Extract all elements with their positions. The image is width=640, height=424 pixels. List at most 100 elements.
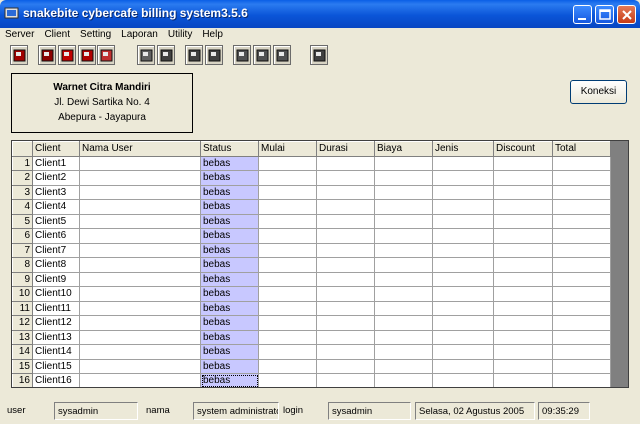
nama-user-cell[interactable]: [79, 286, 201, 302]
table-row[interactable]: 7 Client7 bebas: [12, 242, 611, 258]
biaya-cell[interactable]: [374, 271, 433, 287]
nama-user-cell[interactable]: [79, 242, 201, 258]
client-cell[interactable]: Client16: [32, 373, 80, 387]
discount-cell[interactable]: [493, 344, 553, 360]
mulai-cell[interactable]: [258, 286, 317, 302]
row-number[interactable]: 3: [12, 184, 33, 200]
client-cell[interactable]: Client14: [32, 344, 80, 360]
jenis-cell[interactable]: [432, 155, 494, 171]
total-cell[interactable]: [552, 242, 611, 258]
menu-client[interactable]: Client: [39, 28, 75, 43]
total-cell[interactable]: [552, 286, 611, 302]
toolbar-button-9[interactable]: [205, 45, 223, 65]
toolbar-button-4[interactable]: [78, 45, 96, 65]
client-cell[interactable]: Client6: [32, 228, 80, 244]
row-number[interactable]: 13: [12, 329, 33, 345]
status-cell[interactable]: bebas: [200, 213, 259, 229]
client-cell[interactable]: Client13: [32, 329, 80, 345]
table-row[interactable]: 11 Client11 bebas: [12, 300, 611, 316]
mulai-cell[interactable]: [258, 271, 317, 287]
client-grid[interactable]: Client Nama User Status Mulai Durasi Biaya Jen…: [11, 140, 629, 388]
discount-cell[interactable]: [493, 286, 553, 302]
nama-user-cell[interactable]: [79, 300, 201, 316]
status-cell[interactable]: bebas: [200, 170, 259, 186]
client-cell[interactable]: Client1: [32, 155, 80, 171]
total-cell[interactable]: [552, 358, 611, 374]
table-row[interactable]: 5 Client5 bebas: [12, 213, 611, 229]
row-number[interactable]: 8: [12, 257, 33, 273]
koneksi-button[interactable]: Koneksi: [570, 80, 627, 104]
table-row[interactable]: 3 Client3 bebas: [12, 184, 611, 200]
biaya-cell[interactable]: [374, 242, 433, 258]
total-cell[interactable]: [552, 344, 611, 360]
total-cell[interactable]: [552, 257, 611, 273]
status-cell[interactable]: bebas: [200, 199, 259, 215]
table-row[interactable]: 4 Client4 bebas: [12, 199, 611, 215]
status-cell[interactable]: bebas: [200, 358, 259, 374]
discount-cell[interactable]: [493, 257, 553, 273]
discount-cell[interactable]: [493, 199, 553, 215]
durasi-cell[interactable]: [316, 373, 375, 387]
mulai-cell[interactable]: [258, 257, 317, 273]
status-cell[interactable]: bebas: [200, 286, 259, 302]
biaya-cell[interactable]: [374, 358, 433, 374]
durasi-cell[interactable]: [316, 170, 375, 186]
row-number[interactable]: 10: [12, 286, 33, 302]
durasi-cell[interactable]: [316, 344, 375, 360]
jenis-cell[interactable]: [432, 344, 494, 360]
status-cell[interactable]: bebas: [200, 329, 259, 345]
mulai-cell[interactable]: [258, 155, 317, 171]
row-number[interactable]: 2: [12, 170, 33, 186]
toolbar-button-12[interactable]: [273, 45, 291, 65]
discount-cell[interactable]: [493, 358, 553, 374]
nama-user-cell[interactable]: [79, 155, 201, 171]
status-cell[interactable]: bebas: [200, 344, 259, 360]
jenis-cell[interactable]: [432, 373, 494, 387]
total-cell[interactable]: [552, 155, 611, 171]
total-cell[interactable]: [552, 213, 611, 229]
row-number[interactable]: 1: [12, 155, 33, 171]
discount-cell[interactable]: [493, 170, 553, 186]
column-header-durasi[interactable]: Durasi: [316, 141, 375, 157]
discount-cell[interactable]: [493, 242, 553, 258]
nama-user-cell[interactable]: [79, 228, 201, 244]
client-cell[interactable]: Client2: [32, 170, 80, 186]
toolbar-button-1[interactable]: [10, 45, 28, 65]
total-cell[interactable]: [552, 271, 611, 287]
nama-user-cell[interactable]: [79, 271, 201, 287]
nama-user-cell[interactable]: [79, 329, 201, 345]
nama-user-cell[interactable]: [79, 184, 201, 200]
table-row[interactable]: 15 Client15 bebas: [12, 358, 611, 374]
status-cell[interactable]: bebas: [200, 242, 259, 258]
jenis-cell[interactable]: [432, 170, 494, 186]
mulai-cell[interactable]: [258, 373, 317, 387]
table-row[interactable]: 14 Client14 bebas: [12, 344, 611, 360]
jenis-cell[interactable]: [432, 358, 494, 374]
client-cell[interactable]: Client8: [32, 257, 80, 273]
nama-user-cell[interactable]: [79, 170, 201, 186]
table-row[interactable]: 16 Client16 bebas: [12, 373, 611, 387]
table-row[interactable]: 6 Client6 bebas: [12, 228, 611, 244]
durasi-cell[interactable]: [316, 286, 375, 302]
row-number[interactable]: 14: [12, 344, 33, 360]
title-bar[interactable]: snakebite cybercafe billing system3.5.6: [0, 0, 640, 28]
total-cell[interactable]: [552, 315, 611, 331]
biaya-cell[interactable]: [374, 199, 433, 215]
biaya-cell[interactable]: [374, 344, 433, 360]
biaya-cell[interactable]: [374, 184, 433, 200]
column-header-nama-user[interactable]: Nama User: [79, 141, 201, 157]
mulai-cell[interactable]: [258, 170, 317, 186]
jenis-cell[interactable]: [432, 199, 494, 215]
total-cell[interactable]: [552, 228, 611, 244]
jenis-cell[interactable]: [432, 300, 494, 316]
mulai-cell[interactable]: [258, 199, 317, 215]
total-cell[interactable]: [552, 373, 611, 387]
row-number[interactable]: 4: [12, 199, 33, 215]
toolbar-button-3[interactable]: [58, 45, 76, 65]
menu-setting[interactable]: Setting: [75, 28, 116, 43]
discount-cell[interactable]: [493, 300, 553, 316]
jenis-cell[interactable]: [432, 271, 494, 287]
mulai-cell[interactable]: [258, 358, 317, 374]
biaya-cell[interactable]: [374, 300, 433, 316]
toolbar-button-6[interactable]: [137, 45, 155, 65]
